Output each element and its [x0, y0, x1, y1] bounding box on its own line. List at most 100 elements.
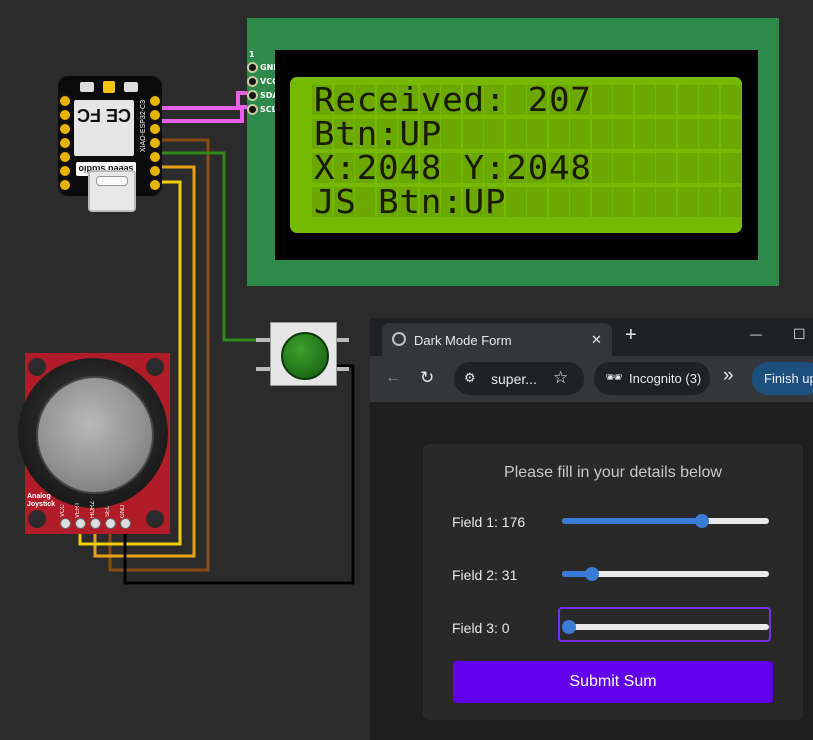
pin-pad — [58, 108, 72, 122]
pushbutton[interactable] — [281, 332, 329, 380]
pin-pad — [58, 178, 72, 192]
lcd-line-4: JS Btn:UP — [314, 182, 507, 222]
lcd-cell — [677, 119, 698, 149]
joystick-label: Analog Joystick — [27, 493, 55, 509]
lcd-cell — [699, 153, 719, 183]
browser-window: Dark Mode Form ✕ + — ☐ ← ↻ ⚙ super... ☆ … — [370, 318, 813, 740]
address-text: super... — [491, 371, 537, 387]
pin-icon — [120, 518, 131, 529]
field-3-label: Field 3: 0 — [452, 620, 510, 636]
lcd-pin-header-number: 1 — [249, 50, 255, 59]
slider-thumb[interactable] — [585, 567, 600, 581]
ce-fc-marks-icon: CE FC — [77, 105, 131, 125]
boot-button — [124, 82, 138, 92]
lcd-cell — [591, 119, 612, 149]
back-arrow-icon[interactable]: ← — [385, 369, 401, 387]
pin-pad — [148, 94, 162, 108]
field-2-slider[interactable] — [562, 567, 769, 581]
lcd-line-1: Received: 207 — [314, 80, 592, 120]
mount-hole — [28, 510, 46, 528]
slider-thumb[interactable] — [695, 514, 710, 528]
mount-hole — [146, 358, 164, 376]
lcd-line-2: Btn:UP — [314, 114, 443, 154]
shield-can: CE FC — [74, 100, 134, 156]
site-settings-icon[interactable]: ⚙ — [464, 370, 476, 386]
finish-update-button[interactable]: Finish up — [752, 362, 813, 395]
lcd-cell — [720, 153, 741, 183]
pin-icon — [90, 518, 101, 529]
lcd-cell — [613, 187, 633, 217]
joystick-label-line2: Joystick — [27, 501, 56, 508]
close-tab-icon[interactable]: ✕ — [591, 332, 602, 348]
lcd-cell — [634, 187, 655, 217]
field-3-slider[interactable] — [562, 620, 769, 634]
joystick-knob[interactable] — [36, 376, 154, 494]
joystick-pin: GND — [120, 504, 131, 529]
maximize-button[interactable]: ☐ — [793, 326, 806, 343]
lcd-cell — [720, 119, 741, 149]
joystick-pin: VCC — [60, 504, 71, 529]
toolbar: ← ↻ ⚙ super... ☆ 🕶 Incognito (3) » Finis… — [370, 356, 813, 402]
incognito-icon: 🕶 — [605, 369, 623, 385]
field-1-label: Field 1: 176 — [452, 514, 526, 530]
pin-pad — [148, 178, 162, 192]
pin-dot — [247, 89, 258, 101]
minimize-button[interactable]: — — [750, 327, 762, 341]
lcd-cell — [656, 119, 676, 149]
pin-pad — [148, 122, 162, 136]
field-2-label: Field 2: 31 — [452, 567, 518, 583]
pin-pad — [148, 164, 162, 178]
lcd-cell — [613, 85, 633, 115]
button-leg — [256, 338, 270, 342]
incognito-indicator[interactable]: 🕶 Incognito (3) — [594, 362, 710, 395]
led-icon — [103, 81, 115, 93]
new-tab-button[interactable]: + — [625, 324, 637, 347]
lcd-cell — [591, 187, 612, 217]
lcd-cell — [720, 187, 741, 217]
lcd-cell — [656, 85, 676, 115]
pin-pad — [148, 150, 162, 164]
tab-title: Dark Mode Form — [414, 333, 512, 348]
slider-thumb[interactable] — [562, 620, 576, 634]
lcd-screen: Received: 207 Btn:UP X:2048 Y:2048 JS Bt… — [290, 77, 742, 233]
pin-pad — [58, 164, 72, 178]
joystick-pin: HORZ — [90, 501, 101, 529]
pin-pad — [148, 136, 162, 150]
button-leg — [335, 367, 349, 371]
address-bar[interactable]: ⚙ super... ☆ — [454, 362, 584, 395]
field-1-slider[interactable] — [562, 514, 769, 528]
pin-icon — [105, 518, 116, 529]
bookmark-star-icon[interactable]: ☆ — [553, 368, 568, 388]
lcd-cell — [613, 119, 633, 149]
pin-icon — [60, 518, 71, 529]
lcd-line-3: X:2048 Y:2048 — [314, 148, 592, 188]
button-leg — [256, 367, 270, 371]
form-heading: Please fill in your details below — [504, 464, 722, 481]
more-extensions-icon[interactable]: » — [723, 365, 734, 387]
lcd-cell — [677, 187, 698, 217]
usb-c-port — [88, 170, 136, 212]
pin-dot — [247, 75, 258, 87]
lcd-cell — [656, 153, 676, 183]
slider-fill — [562, 518, 703, 524]
incognito-label: Incognito (3) — [629, 371, 702, 386]
submit-button[interactable]: Submit Sum — [453, 661, 773, 703]
pin-pad — [148, 108, 162, 122]
usb-c-icon — [96, 176, 128, 186]
lcd-cell — [677, 153, 698, 183]
joystick-label-line1: Analog — [27, 493, 51, 500]
pin-dot — [247, 61, 258, 73]
lcd-cell — [591, 85, 612, 115]
lcd-cell — [634, 153, 655, 183]
pin-pad — [58, 136, 72, 150]
lcd-cell — [699, 187, 719, 217]
reload-icon[interactable]: ↻ — [420, 368, 434, 388]
tab-strip: Dark Mode Form ✕ + — ☐ — [370, 318, 813, 356]
lcd-cell — [613, 153, 633, 183]
pin-pad — [58, 94, 72, 108]
tab-dark-mode-form[interactable]: Dark Mode Form ✕ — [382, 323, 612, 356]
mount-hole — [146, 510, 164, 528]
reset-button — [80, 82, 94, 92]
lcd-cell — [677, 85, 698, 115]
button-leg — [335, 338, 349, 342]
